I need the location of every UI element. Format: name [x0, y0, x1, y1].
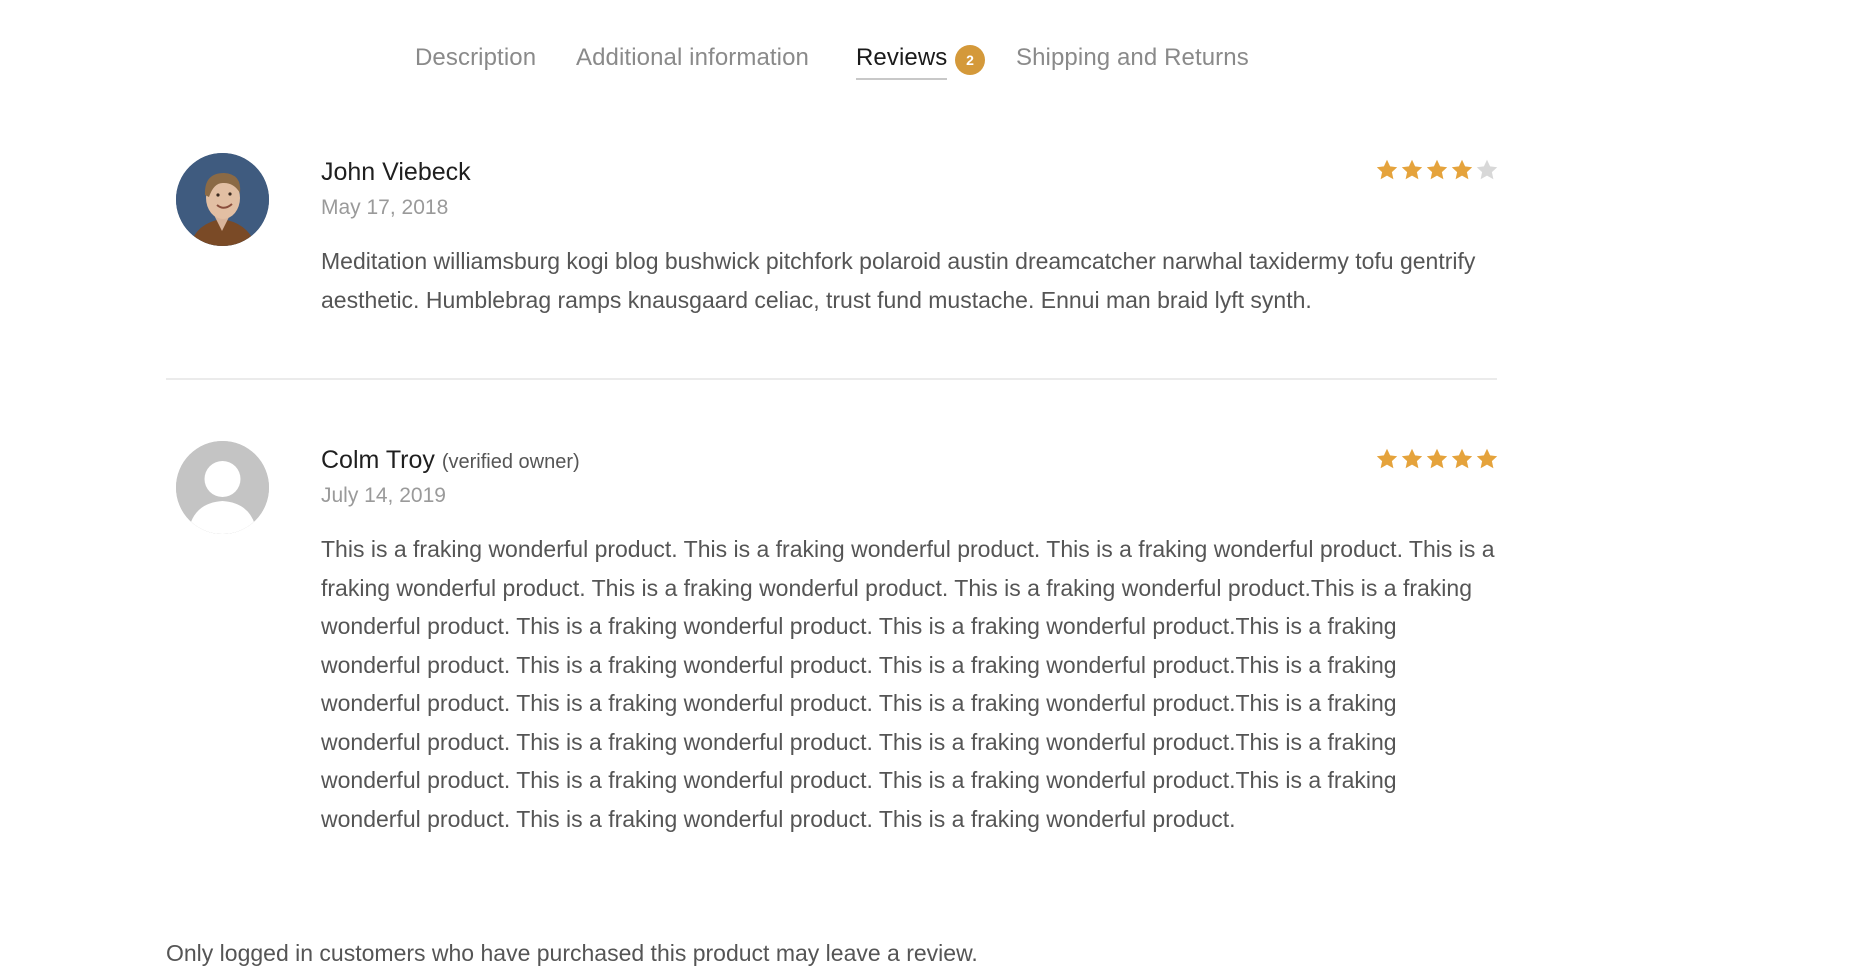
avatar	[176, 153, 269, 246]
star-filled-icon	[1401, 448, 1423, 469]
tab-shipping-and-returns[interactable]: Shipping and Returns	[1016, 44, 1249, 72]
author-name: Colm Troy	[321, 446, 435, 474]
avatar	[176, 441, 269, 534]
tab-label: Shipping and Returns	[1016, 44, 1249, 71]
star-filled-icon	[1426, 159, 1448, 180]
star-empty-icon	[1476, 159, 1498, 180]
login-required-note: Only logged in customers who have purcha…	[166, 940, 978, 966]
verified-owner-label: (verified owner)	[441, 451, 580, 473]
reviewer-name: John Viebeck	[321, 158, 471, 187]
star-filled-icon	[1401, 159, 1423, 180]
review-text: This is a fraking wonderful product. Thi…	[321, 536, 1495, 832]
star-filled-icon	[1426, 448, 1448, 469]
star-rating	[1375, 158, 1499, 182]
tab-description[interactable]: Description	[415, 44, 536, 72]
star-filled-icon	[1476, 448, 1498, 469]
star-rating	[1375, 447, 1499, 471]
star-filled-icon	[1376, 159, 1398, 180]
tab-label: Description	[415, 44, 537, 71]
tab-reviews[interactable]: Reviews	[856, 44, 948, 80]
product-tabs: Description Additional information Revie…	[0, 40, 1874, 90]
author-name: John Viebeck	[321, 158, 471, 186]
tab-additional-information[interactable]: Additional information	[576, 44, 809, 72]
tab-label: Additional information	[576, 44, 810, 71]
star-filled-icon	[1451, 448, 1473, 469]
reviews-count-badge: 2	[955, 45, 985, 75]
tab-label: Reviews	[856, 44, 948, 80]
review-date: July 14, 2019	[321, 484, 446, 507]
user-photo-icon	[176, 153, 269, 246]
default-user-icon	[176, 441, 269, 534]
reviewer-name: Colm Troy (verified owner)	[321, 446, 580, 475]
star-filled-icon	[1451, 159, 1473, 180]
review-text: Meditation williamsburg kogi blog bushwi…	[321, 248, 1476, 313]
star-filled-icon	[1376, 448, 1398, 469]
review-date: May 17, 2018	[321, 196, 449, 219]
review-divider	[166, 378, 1497, 380]
